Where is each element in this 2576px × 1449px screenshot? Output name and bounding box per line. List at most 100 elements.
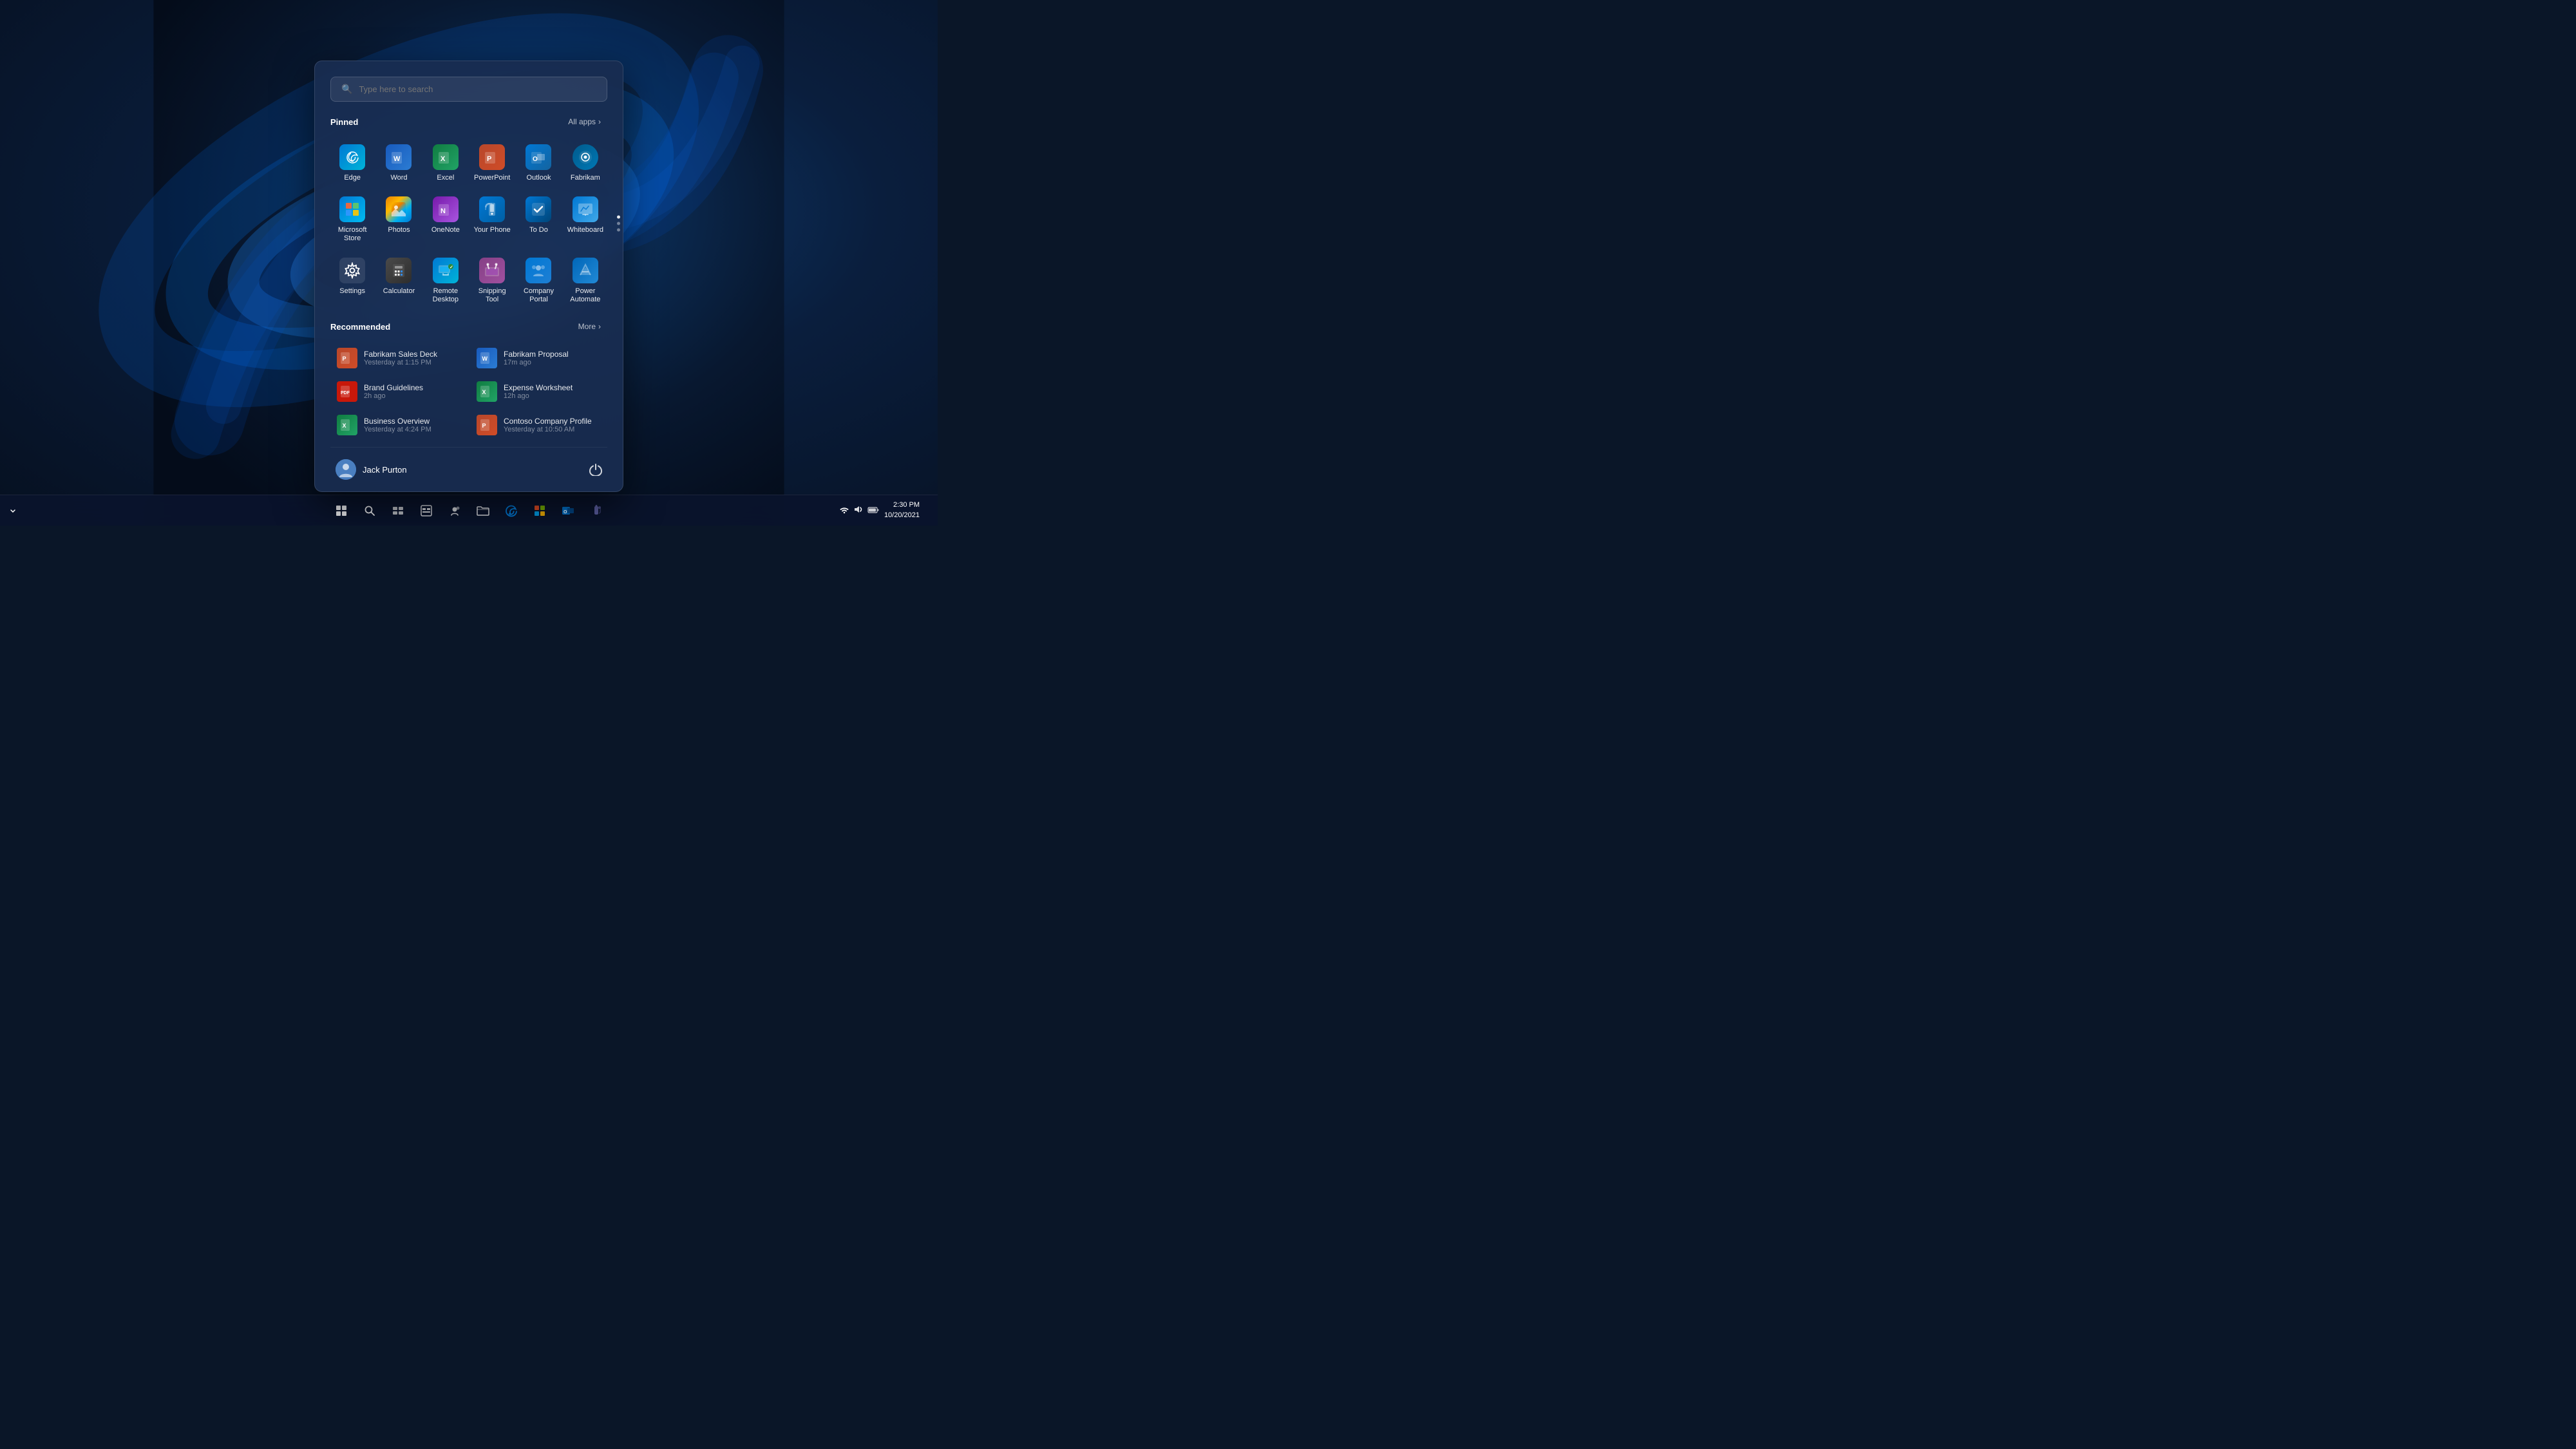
app-onenote[interactable]: N OneNote	[424, 190, 468, 248]
photos-label: Photos	[388, 226, 410, 234]
scroll-dot-2	[617, 222, 620, 225]
companyportal-icon	[526, 258, 551, 283]
companyportal-label: Company Portal	[519, 287, 558, 304]
rec-name-business-overview: Business Overview	[364, 417, 461, 426]
search-input[interactable]	[359, 84, 596, 94]
remotedesktop-label: Remote Desktop	[426, 287, 465, 304]
msstore-icon	[339, 196, 365, 222]
todo-icon	[526, 196, 551, 222]
chat-button[interactable]	[442, 498, 468, 524]
app-todo[interactable]: To Do	[516, 190, 560, 248]
powerpoint-label: PowerPoint	[474, 174, 510, 182]
user-profile[interactable]: Jack Purton	[330, 457, 412, 482]
recommended-header: Recommended More ›	[330, 319, 607, 334]
pinned-apps-grid: Edge W Word X	[330, 138, 607, 309]
system-tray	[839, 504, 879, 516]
app-calculator[interactable]: Calculator	[377, 251, 421, 309]
app-snipping[interactable]: Snipping Tool	[470, 251, 514, 309]
svg-text:P: P	[482, 422, 486, 429]
edge-icon	[339, 144, 365, 170]
app-photos[interactable]: Photos	[377, 190, 421, 248]
widgets-button[interactable]	[413, 498, 439, 524]
more-link[interactable]: More ›	[572, 319, 607, 334]
svg-text:N: N	[440, 207, 446, 215]
word-icon: W	[386, 144, 412, 170]
rec-info-fabrikam-proposal: Fabrikam Proposal 17m ago	[504, 350, 601, 366]
calculator-icon	[386, 258, 412, 283]
wifi-icon[interactable]	[839, 504, 849, 516]
user-avatar	[336, 459, 356, 480]
app-remotedesktop[interactable]: ✓ Remote Desktop	[424, 251, 468, 309]
rec-icon-ppt1: P	[337, 348, 357, 368]
clock-date: 10/20/2021	[884, 511, 920, 520]
rec-info-brand-guidelines: Brand Guidelines 2h ago	[364, 383, 461, 400]
whiteboard-label: Whiteboard	[567, 226, 603, 234]
svg-text:W: W	[482, 355, 488, 362]
taskbar-center: O	[328, 498, 609, 524]
app-word[interactable]: W Word	[377, 138, 421, 187]
outlook-label: Outlook	[527, 174, 551, 182]
outlook-icon: O	[526, 144, 551, 170]
rec-time-fabrikam-proposal: 17m ago	[504, 359, 601, 366]
rec-fabrikam-sales[interactable]: P Fabrikam Sales Deck Yesterday at 1:15 …	[330, 343, 468, 374]
app-powerpoint[interactable]: P PowerPoint	[470, 138, 514, 187]
start-menu: 🔍 Pinned All apps ›	[314, 61, 623, 492]
app-powerautomate[interactable]: Power Automate	[564, 251, 607, 309]
powerautomate-label: Power Automate	[566, 287, 605, 304]
taskbar-search[interactable]	[357, 498, 383, 524]
svg-text:PDF: PDF	[341, 391, 350, 395]
rec-expense-worksheet[interactable]: X Expense Worksheet 12h ago	[470, 376, 607, 407]
onenote-icon: N	[433, 196, 459, 222]
power-button[interactable]	[584, 458, 607, 481]
rec-info-expense-worksheet: Expense Worksheet 12h ago	[504, 383, 601, 400]
taskbar-left	[8, 500, 18, 521]
clock-time: 2:30 PM	[884, 500, 920, 510]
battery-icon[interactable]	[867, 506, 879, 516]
search-bar[interactable]: 🔍	[330, 77, 607, 102]
yourphone-label: Your Phone	[474, 226, 511, 234]
scroll-dots	[617, 216, 620, 232]
pinned-title: Pinned	[330, 117, 358, 127]
recommended-title: Recommended	[330, 322, 390, 332]
start-button[interactable]	[328, 498, 354, 524]
rec-name-fabrikam-proposal: Fabrikam Proposal	[504, 350, 601, 359]
rec-icon-excel1: X	[477, 381, 497, 402]
remotedesktop-icon: ✓	[433, 258, 459, 283]
taskbar-time[interactable]: 2:30 PM 10/20/2021	[884, 500, 920, 520]
notification-chevron[interactable]	[8, 500, 18, 521]
rec-contoso-profile[interactable]: P Contoso Company Profile Yesterday at 1…	[470, 410, 607, 440]
taskbar-right: 2:30 PM 10/20/2021	[839, 498, 930, 524]
rec-brand-guidelines[interactable]: PDF Brand Guidelines 2h ago	[330, 376, 468, 407]
app-excel[interactable]: X Excel	[424, 138, 468, 187]
taskbar-store[interactable]	[527, 498, 553, 524]
app-edge[interactable]: Edge	[330, 138, 374, 187]
rec-fabrikam-proposal[interactable]: W Fabrikam Proposal 17m ago	[470, 343, 607, 374]
rec-icon-word1: W	[477, 348, 497, 368]
app-msstore[interactable]: Microsoft Store	[330, 190, 374, 248]
onenote-label: OneNote	[431, 226, 460, 234]
all-apps-link[interactable]: All apps ›	[562, 115, 607, 129]
app-whiteboard[interactable]: Whiteboard	[564, 190, 607, 248]
yourphone-icon	[479, 196, 505, 222]
rec-time-expense-worksheet: 12h ago	[504, 392, 601, 400]
app-fabrikam[interactable]: Fabrikam	[564, 138, 607, 187]
app-companyportal[interactable]: Company Portal	[516, 251, 560, 309]
rec-business-overview[interactable]: X Business Overview Yesterday at 4:24 PM	[330, 410, 468, 440]
taskview-button[interactable]	[385, 498, 411, 524]
photos-icon	[386, 196, 412, 222]
app-settings[interactable]: Settings	[330, 251, 374, 309]
svg-text:✓: ✓	[450, 265, 453, 270]
svg-text:P: P	[343, 355, 346, 362]
volume-icon[interactable]	[853, 504, 864, 516]
fabrikam-icon	[573, 144, 598, 170]
taskbar-outlook[interactable]: O	[555, 498, 581, 524]
edge-label: Edge	[344, 174, 361, 182]
fabrikam-label: Fabrikam	[571, 174, 600, 182]
app-outlook[interactable]: O Outlook	[516, 138, 560, 187]
app-yourphone[interactable]: Your Phone	[470, 190, 514, 248]
notification-bell[interactable]	[925, 498, 930, 524]
desktop: 🔍 Pinned All apps ›	[0, 0, 938, 526]
file-explorer-button[interactable]	[470, 498, 496, 524]
taskbar-teams[interactable]	[583, 498, 609, 524]
taskbar-edge[interactable]	[498, 498, 524, 524]
